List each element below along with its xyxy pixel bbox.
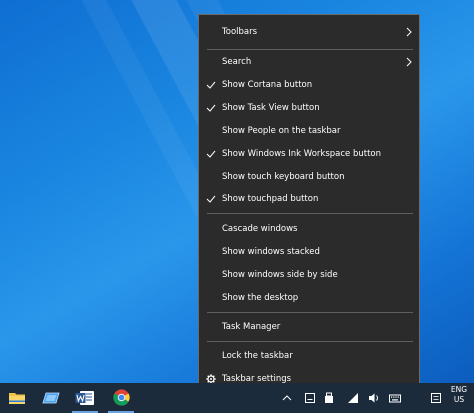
language-primary: ENG <box>450 385 468 394</box>
checkmark-icon <box>206 101 216 115</box>
language-indicator[interactable]: ENG US <box>447 385 471 405</box>
menu-separator <box>207 341 413 342</box>
language-secondary: US <box>453 395 465 404</box>
menu-item-lock-the-taskbar[interactable]: Lock the taskbar <box>199 345 419 367</box>
menu-item-toolbars[interactable]: Toolbars <box>199 21 419 43</box>
menu-item-show-cortana-button[interactable]: Show Cortana button <box>199 74 419 96</box>
network-icon[interactable] <box>347 392 359 404</box>
tablet-icon <box>42 390 60 409</box>
menu-item-label: Show touchpad button <box>222 194 319 204</box>
menu-separator <box>207 213 413 214</box>
menu-item-label: Cascade windows <box>222 224 298 234</box>
menu-item-search[interactable]: Search <box>199 51 419 73</box>
taskbar[interactable] <box>0 383 474 413</box>
taskbar-context-menu: Toolbars Search Show Cortana button Show… <box>198 14 420 392</box>
taskbar-app-word[interactable] <box>68 386 102 413</box>
taskbar-app-tablet[interactable] <box>34 386 68 413</box>
menu-item-label: Search <box>222 57 252 67</box>
chrome-icon <box>112 389 130 410</box>
menu-item-show-windows-side-by-side[interactable]: Show windows side by side <box>199 264 419 286</box>
menu-item-show-touchpad-button[interactable]: Show touchpad button <box>199 188 419 210</box>
checkmark-icon <box>206 78 216 92</box>
chevron-right-icon <box>405 57 413 67</box>
taskbar-app-file-explorer[interactable] <box>0 386 34 413</box>
menu-item-label: Show the desktop <box>222 293 299 303</box>
chevron-up-icon[interactable] <box>281 392 293 404</box>
menu-item-label: Show touch keyboard button <box>222 172 345 182</box>
menu-item-label: Show Cortana button <box>222 80 313 90</box>
chevron-right-icon <box>405 27 413 37</box>
menu-item-label: Lock the taskbar <box>222 351 293 361</box>
menu-item-cascade-windows[interactable]: Cascade windows <box>199 218 419 240</box>
menu-item-show-people-on-taskbar[interactable]: Show People on the taskbar <box>199 120 419 142</box>
menu-item-label: Show windows stacked <box>222 247 320 257</box>
volume-icon[interactable] <box>368 392 380 404</box>
checkmark-icon <box>206 147 216 161</box>
menu-item-show-the-desktop[interactable]: Show the desktop <box>199 287 419 309</box>
word-icon <box>75 390 95 410</box>
action-center-icon[interactable] <box>304 392 316 404</box>
menu-separator <box>207 312 413 313</box>
menu-item-show-task-view-button[interactable]: Show Task View button <box>199 97 419 119</box>
menu-item-label: Show Task View button <box>222 103 320 113</box>
menu-item-show-touch-keyboard-button[interactable]: Show touch keyboard button <box>199 166 419 188</box>
menu-item-label: Show People on the taskbar <box>222 126 341 136</box>
menu-item-show-windows-stacked[interactable]: Show windows stacked <box>199 241 419 263</box>
menu-item-task-manager[interactable]: Task Manager <box>199 316 419 338</box>
folder-icon <box>8 390 26 409</box>
checkmark-icon <box>206 192 216 206</box>
desktop[interactable]: Toolbars Search Show Cortana button Show… <box>0 0 474 413</box>
usb-icon[interactable] <box>323 392 335 404</box>
menu-item-show-windows-ink-workspace-button[interactable]: Show Windows Ink Workspace button <box>199 143 419 165</box>
menu-separator <box>207 49 413 50</box>
taskbar-app-chrome[interactable] <box>104 386 138 413</box>
menu-item-label: Show windows side by side <box>222 270 338 280</box>
menu-item-label: Task Manager <box>222 322 281 332</box>
menu-item-label: Show Windows Ink Workspace button <box>222 149 381 159</box>
notification-icon[interactable] <box>430 392 442 404</box>
menu-item-label: Toolbars <box>222 27 258 37</box>
keyboard-icon[interactable] <box>389 392 401 404</box>
